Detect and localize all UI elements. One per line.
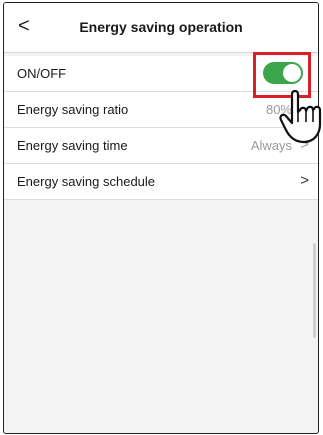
page-title: Energy saving operation — [79, 19, 243, 35]
chevron-right-icon: > — [300, 172, 309, 189]
chevron-left-icon: < — [18, 15, 30, 37]
scrollbar[interactable] — [313, 243, 316, 338]
pointing-hand-icon — [279, 89, 322, 144]
setting-row-saving-time[interactable]: Energy saving time Always > — [4, 128, 318, 164]
saving-schedule-label: Energy saving schedule — [17, 174, 156, 189]
onoff-label: ON/OFF — [17, 66, 67, 81]
back-button[interactable]: < — [18, 15, 38, 37]
app-header: < Energy saving operation — [4, 3, 318, 53]
setting-row-saving-schedule[interactable]: Energy saving schedule > — [4, 164, 318, 200]
saving-time-label: Energy saving time — [17, 138, 128, 153]
saving-ratio-label: Energy saving ratio — [17, 102, 129, 117]
